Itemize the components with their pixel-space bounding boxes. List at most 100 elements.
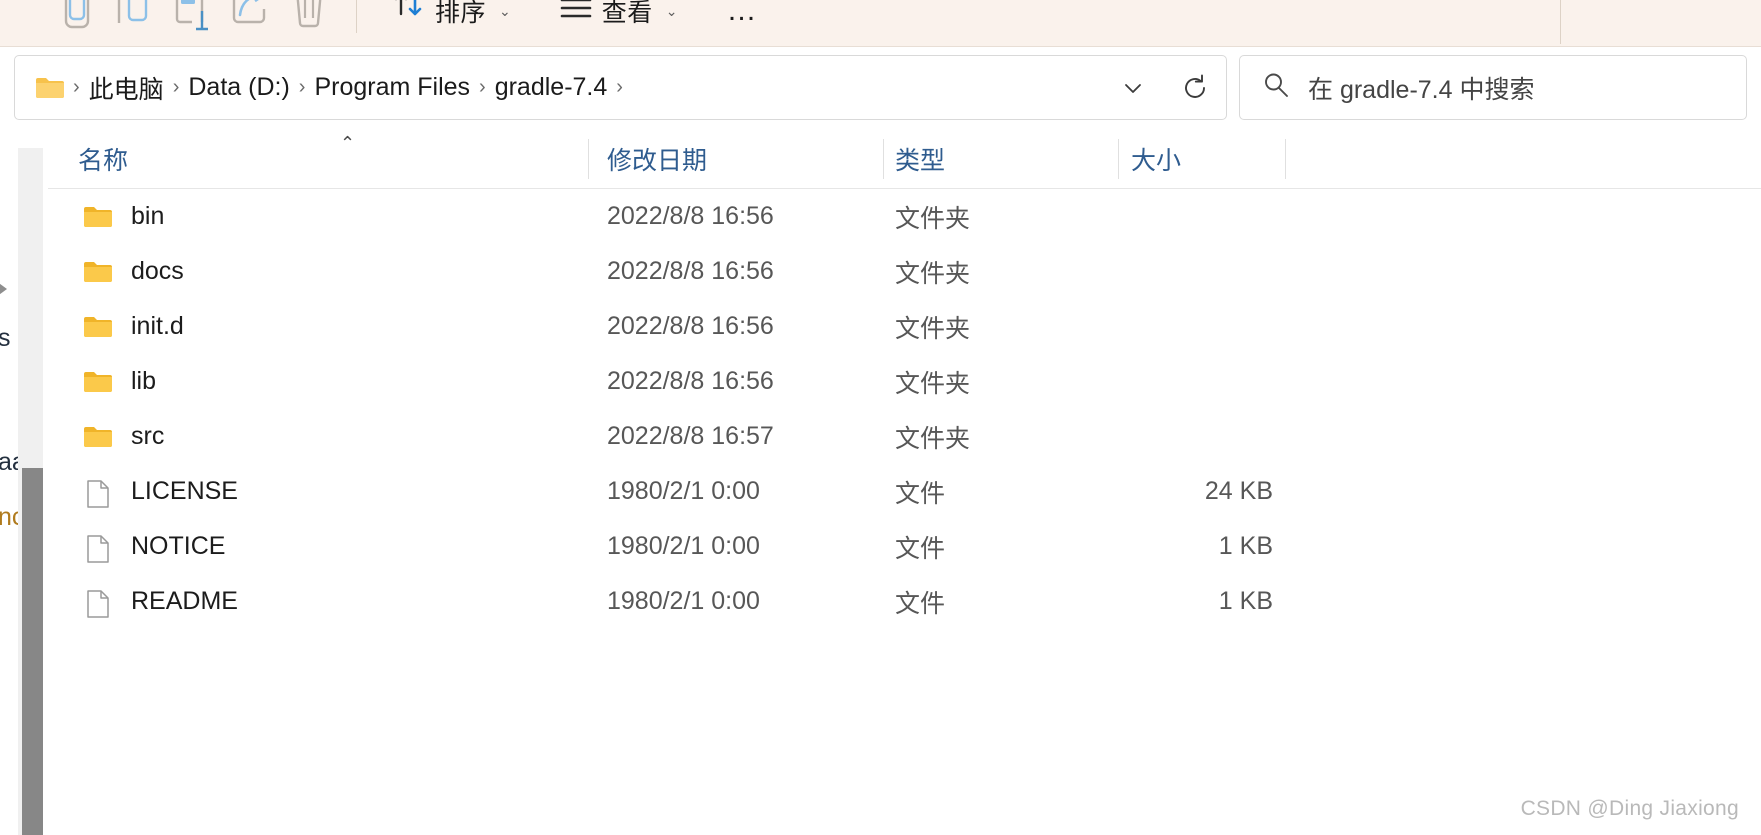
breadcrumb-item-0[interactable]: 此电脑: [82, 66, 171, 110]
file-name-cell[interactable]: docs: [83, 257, 184, 286]
file-size-cell: 1 KB: [1218, 532, 1273, 560]
column-divider[interactable]: [1285, 139, 1286, 179]
search-icon: [1262, 71, 1290, 104]
cut-icon: [59, 0, 95, 33]
table-row[interactable]: init.d 2022/8/8 16:56 文件夹: [48, 299, 1761, 354]
folder-icon: [83, 314, 113, 340]
column-divider[interactable]: [883, 139, 884, 179]
file-name-label: bin: [131, 202, 165, 230]
toolbar-right-divider: [1560, 0, 1561, 44]
breadcrumb-separator[interactable]: ›: [477, 76, 488, 99]
file-name-cell[interactable]: bin: [83, 202, 164, 231]
expand-arrow-icon[interactable]: [0, 278, 7, 300]
file-explorer-window: 排序 ⌄ 查看 ⌄ … › 此电脑 › Data (D:) › Program …: [0, 0, 1761, 835]
column-header-size[interactable]: 大小: [1131, 128, 1181, 189]
file-date-cell: 1980/2/1 0:00: [607, 587, 760, 615]
table-row[interactable]: README 1980/2/1 0:00 文件 1 KB: [48, 574, 1761, 629]
file-type-cell: 文件: [895, 589, 946, 618]
file-type-cell: 文件夹: [895, 259, 971, 288]
file-name-cell[interactable]: LICENSE: [83, 477, 238, 508]
file-date-cell: 1980/2/1 0:00: [607, 532, 760, 560]
more-options-button[interactable]: …: [713, 0, 774, 37]
breadcrumb-separator[interactable]: ›: [71, 76, 82, 99]
breadcrumb-item-3[interactable]: gradle-7.4: [488, 69, 615, 106]
table-row[interactable]: bin 2022/8/8 16:56 文件夹: [48, 189, 1761, 244]
folder-icon: [35, 76, 65, 100]
file-date-cell: 1980/2/1 0:00: [607, 477, 760, 505]
breadcrumb-item-2[interactable]: Program Files: [307, 69, 477, 106]
address-bar-tools: [1110, 65, 1218, 111]
sort-button[interactable]: 排序 ⌄: [379, 0, 524, 37]
file-size-cell: 1 KB: [1218, 587, 1273, 615]
column-divider[interactable]: [588, 139, 589, 179]
file-name-label: README: [131, 587, 238, 615]
toolbar-divider: [356, 0, 357, 33]
file-name-label: NOTICE: [131, 532, 226, 560]
file-date-cell: 2022/8/8 16:56: [607, 367, 774, 395]
copy-button[interactable]: [106, 0, 164, 37]
chevron-down-icon[interactable]: [1110, 65, 1156, 111]
file-name-label: docs: [131, 257, 184, 285]
column-header-row: ⌃ 名称 修改日期 类型 大小: [48, 128, 1761, 189]
column-header-name[interactable]: 名称: [78, 128, 128, 189]
table-row[interactable]: LICENSE 1980/2/1 0:00 文件 24 KB: [48, 464, 1761, 519]
file-type-cell: 文件夹: [895, 369, 971, 398]
breadcrumb-item-1[interactable]: Data (D:): [181, 69, 296, 106]
file-name-cell[interactable]: src: [83, 422, 164, 451]
view-label: 查看: [601, 0, 653, 27]
column-header-date[interactable]: 修改日期: [607, 128, 707, 189]
column-divider[interactable]: [1118, 139, 1119, 179]
file-name-cell[interactable]: lib: [83, 367, 156, 396]
file-name-cell[interactable]: NOTICE: [83, 532, 226, 563]
chevron-down-icon: ⌄: [499, 3, 511, 19]
breadcrumb-separator[interactable]: ›: [171, 76, 182, 99]
command-toolbar: 排序 ⌄ 查看 ⌄ …: [0, 0, 1761, 47]
file-name-label: init.d: [131, 312, 184, 340]
cut-button[interactable]: [48, 0, 106, 37]
breadcrumb-separator[interactable]: ›: [297, 76, 308, 99]
copy-icon: [115, 0, 155, 33]
file-name-cell[interactable]: README: [83, 587, 238, 618]
file-date-cell: 2022/8/8 16:56: [607, 257, 774, 285]
file-type-cell: 文件: [895, 479, 946, 508]
share-button[interactable]: [222, 0, 280, 37]
file-name-label: LICENSE: [131, 477, 238, 505]
navigation-pane-clipped: s aa nc: [0, 128, 48, 835]
file-date-cell: 2022/8/8 16:56: [607, 312, 774, 340]
file-name-label: src: [131, 422, 165, 450]
address-bar-row: › 此电脑 › Data (D:) › Program Files › grad…: [0, 47, 1761, 128]
file-rows: bin 2022/8/8 16:56 文件夹 docs 2022/8/8 16:56 文件…: [48, 189, 1761, 629]
file-type-cell: 文件夹: [895, 204, 971, 233]
address-bar[interactable]: › 此电脑 › Data (D:) › Program Files › grad…: [14, 55, 1227, 120]
table-row[interactable]: docs 2022/8/8 16:56 文件夹: [48, 244, 1761, 299]
nav-item-partial-0[interactable]: s: [0, 324, 11, 353]
breadcrumb-separator[interactable]: ›: [614, 76, 625, 99]
vertical-scrollbar-thumb[interactable]: [22, 468, 43, 835]
folder-icon: [83, 259, 113, 285]
delete-button[interactable]: [280, 0, 338, 37]
column-header-type[interactable]: 类型: [895, 128, 945, 189]
table-row[interactable]: lib 2022/8/8 16:56 文件夹: [48, 354, 1761, 409]
file-name-label: lib: [131, 367, 157, 395]
sort-icon: [392, 0, 426, 31]
refresh-icon[interactable]: [1172, 65, 1218, 111]
file-date-cell: 2022/8/8 16:56: [607, 202, 774, 230]
file-date-cell: 2022/8/8 16:57: [607, 422, 774, 450]
file-icon: [83, 589, 113, 618]
folder-icon: [83, 424, 113, 450]
chevron-down-icon: ⌄: [665, 3, 678, 19]
file-type-cell: 文件夹: [895, 314, 971, 343]
sort-ascending-caret: ⌃: [340, 133, 356, 153]
search-input[interactable]: 在 gradle-7.4 中搜索: [1239, 55, 1747, 120]
file-name-cell[interactable]: init.d: [83, 312, 184, 341]
paste-icon: [172, 0, 214, 33]
share-icon: [230, 0, 272, 33]
search-placeholder: 在 gradle-7.4 中搜索: [1308, 75, 1535, 104]
table-row[interactable]: NOTICE 1980/2/1 0:00 文件 1 KB: [48, 519, 1761, 574]
view-button[interactable]: 查看 ⌄: [546, 0, 691, 37]
paste-button[interactable]: [164, 0, 222, 37]
folder-icon: [83, 369, 113, 395]
file-icon: [83, 534, 113, 563]
table-row[interactable]: src 2022/8/8 16:57 文件夹: [48, 409, 1761, 464]
breadcrumb: › 此电脑 › Data (D:) › Program Files › grad…: [71, 66, 1110, 110]
